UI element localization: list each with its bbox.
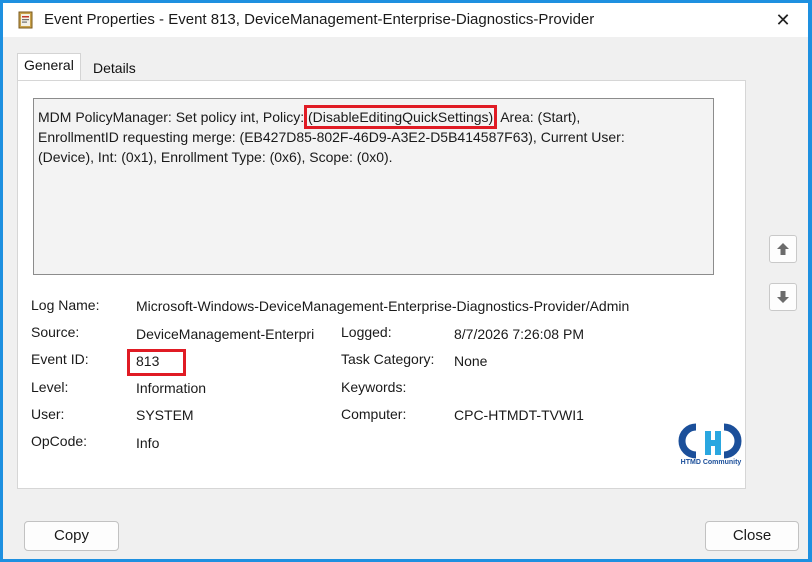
event-id-value[interactable]: 813 xyxy=(136,353,159,369)
policy-name-highlight: (DisableEditingQuickSettings) xyxy=(303,105,498,129)
user-label: User: xyxy=(31,406,65,422)
keywords-label: Keywords: xyxy=(341,379,407,395)
previous-event-button[interactable] xyxy=(769,235,797,263)
log-name-label: Log Name: xyxy=(31,297,100,313)
description-line-2: EnrollmentID requesting merge: (EB427D85… xyxy=(38,129,625,145)
tab-general[interactable]: General xyxy=(17,53,81,81)
source-value[interactable]: DeviceManagement-Enterpri xyxy=(136,326,314,342)
arrow-up-icon xyxy=(777,243,789,255)
level-value[interactable]: Information xyxy=(136,380,206,396)
close-icon[interactable]: ✕ xyxy=(766,7,800,33)
source-label: Source: xyxy=(31,324,80,340)
log-name-value[interactable]: Microsoft-Windows-DeviceManagement-Enter… xyxy=(136,298,629,314)
task-category-label: Task Category: xyxy=(341,351,435,367)
task-category-value[interactable]: None xyxy=(454,353,487,369)
window-title: Event Properties - Event 813, DeviceMana… xyxy=(44,11,595,28)
description-line-3: (Device), Int: (0x1), Enrollment Type: (… xyxy=(38,149,393,165)
copy-button[interactable]: Copy xyxy=(24,521,119,551)
opcode-value[interactable]: Info xyxy=(136,435,159,451)
description-text: , Area: (Start), xyxy=(493,109,581,125)
logged-label: Logged: xyxy=(341,324,392,340)
logged-value[interactable]: 8/7/2026 7:26:08 PM xyxy=(454,326,584,342)
level-label: Level: xyxy=(31,379,69,395)
next-event-button[interactable] xyxy=(769,283,797,311)
tab-details[interactable]: Details xyxy=(87,57,142,81)
title-bar: Event Properties - Event 813, DeviceMana… xyxy=(3,3,808,37)
close-button[interactable]: Close xyxy=(705,521,799,551)
event-viewer-icon xyxy=(18,11,33,29)
computer-label: Computer: xyxy=(341,406,407,422)
event-id-label: Event ID: xyxy=(31,351,89,367)
arrow-down-icon xyxy=(777,291,789,303)
user-value[interactable]: SYSTEM xyxy=(136,407,194,423)
event-description[interactable]: MDM PolicyManager: Set policy int, Polic… xyxy=(33,98,714,275)
watermark-text: HTMD Community xyxy=(680,459,742,466)
description-text: MDM PolicyManager: Set policy int, Polic… xyxy=(38,109,308,125)
opcode-label: OpCode: xyxy=(31,433,88,449)
description-line-1: MDM PolicyManager: Set policy int, Polic… xyxy=(38,105,713,129)
event-properties-window: Event Properties - Event 813, DeviceMana… xyxy=(3,3,808,559)
computer-value[interactable]: CPC-HTMDT-TVWI1 xyxy=(454,407,584,423)
